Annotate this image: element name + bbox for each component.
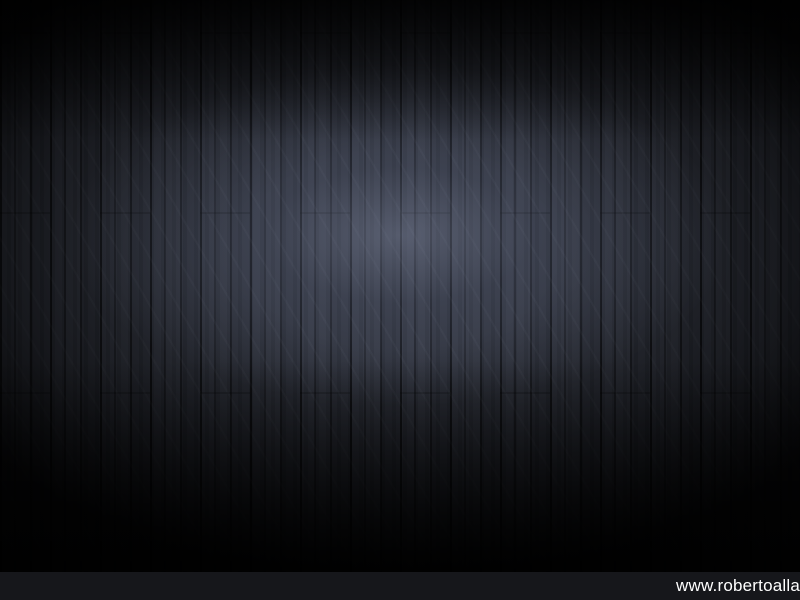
site-watermark: www.robertoalla	[676, 576, 800, 595]
watermark-bar: www.robertoalla	[0, 572, 800, 600]
top-vignette	[0, 0, 800, 140]
wallpaper-canvas: www.robertoalla	[0, 0, 800, 600]
bottom-vignette	[0, 360, 800, 572]
